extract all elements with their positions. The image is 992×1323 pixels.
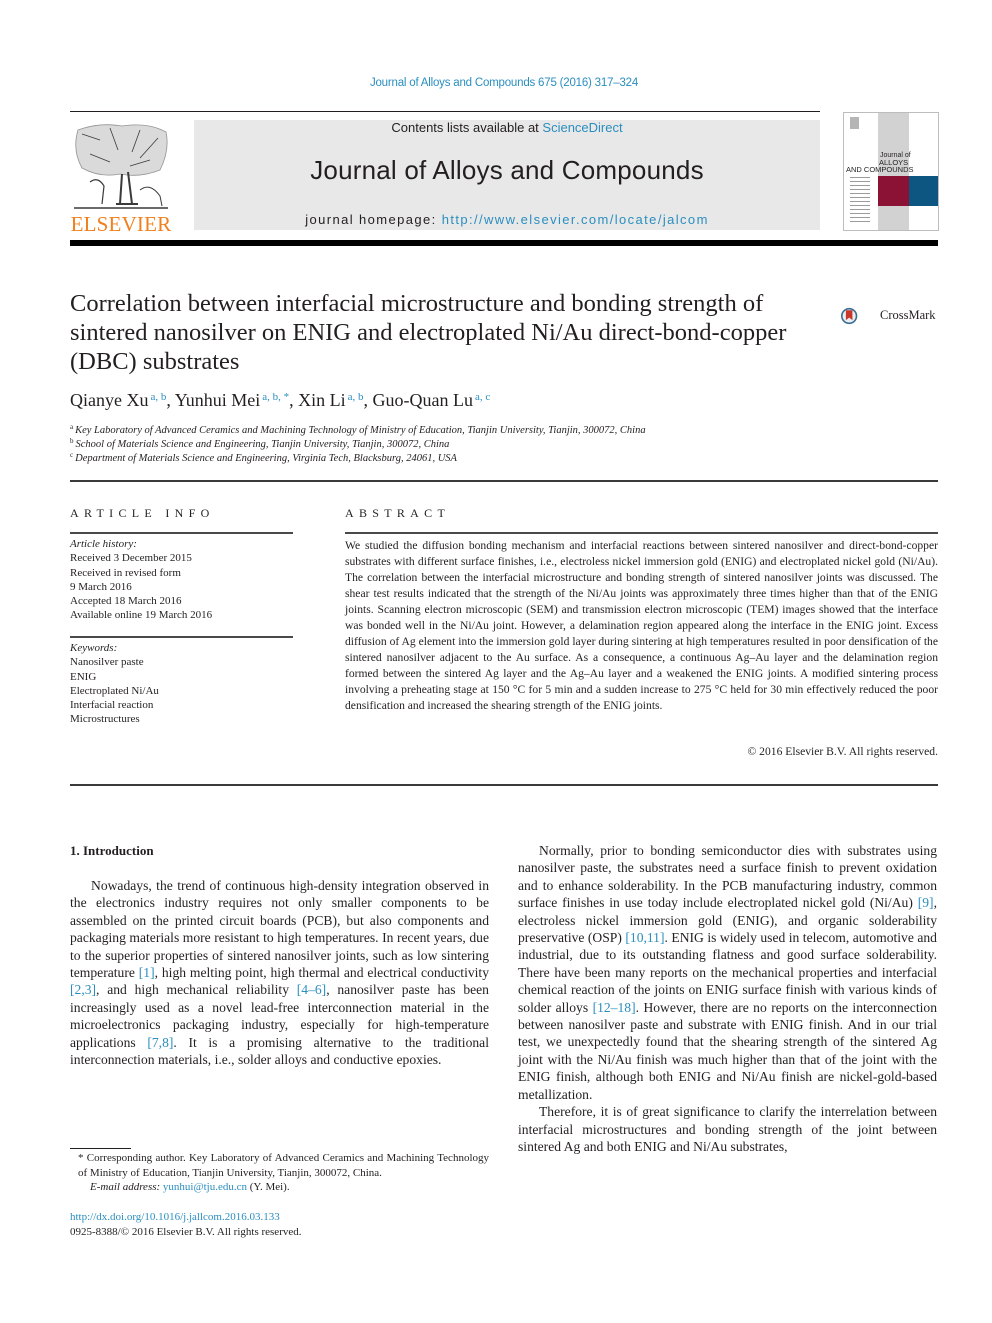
journal-cover-thumbnail[interactable]: Journal of ALLOYS AND COMPOUNDS [843,112,939,231]
crossmark-label[interactable]: CrossMark [880,308,936,323]
keyword-item: ENIG [70,670,97,683]
abstract-divider [345,532,938,534]
email-link[interactable]: yunhui@tju.edu.cn [163,1181,247,1193]
author-list: Qianye Xu a, b, Yunhui Mei a, b, *, Xin Li… [70,390,491,410]
cover-contents-lines [850,177,870,225]
keyword-item: Microstructures [70,713,140,726]
journal-homepage-link[interactable]: http://www.elsevier.com/locate/jalcom [442,212,709,227]
reference-link[interactable]: [4–6] [297,982,326,997]
article-title: Correlation between interfacial microstr… [70,290,787,375]
article-history-label: Article history: [70,538,137,550]
corresponding-author-footnote: * Corresponding author. Key Laboratory o… [70,1151,489,1195]
author-name[interactable]: Xin Li [298,390,346,410]
body-text: Therefore, it is of great significance t… [518,1104,937,1154]
header-divider [70,111,820,112]
journal-citation-link[interactable]: Journal of Alloys and Compounds 675 (201… [0,77,992,89]
affiliation-c: c Department of Materials Science and Eng… [70,451,457,464]
email-line: E-mail address: yunhui@tju.edu.cn (Y. Me… [90,1181,290,1193]
body-paragraph: Therefore, it is of great significance t… [518,1103,937,1155]
body-column-right: Normally, prior to bonding semiconductor… [518,842,937,1155]
crossmark-icon[interactable] [841,296,881,336]
body-text: , high melting point, high thermal and e… [154,965,489,981]
abstract-heading: ABSTRACT [345,506,451,520]
reference-link[interactable]: [2,3] [70,982,96,997]
article-info-divider [70,532,293,534]
footnote-divider [70,1148,131,1149]
keyword-item: Electroplated Ni/Au [70,684,159,697]
reference-link[interactable]: [7,8] [147,1035,173,1050]
body-text: Normally, prior to bonding semiconductor… [518,843,937,911]
history-item: Received 3 December 2015 [70,552,192,565]
keywords-label: Keywords: [70,642,118,654]
keyword-item: Nanosilver paste [70,656,144,669]
journal-name: Journal of Alloys and Compounds [310,155,704,185]
cover-blue-block [909,176,938,206]
author-affiliation-marks[interactable]: a, b [348,391,364,403]
history-item: Received in revised form [70,566,181,579]
journal-homepage-line: journal homepage: http://www.elsevier.co… [194,212,820,227]
elsevier-wordmark: ELSEVIER [70,212,172,236]
history-item: Available online 19 March 2016 [70,609,213,622]
body-paragraph: Nowadays, the trend of continuous high-d… [70,877,489,1068]
author-name[interactable]: Yunhui Mei [175,390,261,410]
history-item: Accepted 18 March 2016 [70,595,182,608]
author-affiliation-marks[interactable]: a, b [150,391,166,403]
body-paragraph: Normally, prior to bonding semiconductor… [518,842,937,1103]
abstract-copyright: © 2016 Elsevier B.V. All rights reserved… [747,745,938,758]
abstract-bottom-divider [70,784,938,786]
author-affiliation-marks[interactable]: a, c [475,391,490,403]
keyword-item: Interfacial reaction [70,699,154,712]
title-block-divider [70,480,938,482]
body-text: , and high mechanical reliability [96,982,297,998]
affiliation-a: a Key Laboratory of Advanced Ceramics and… [70,423,646,436]
cover-publisher-logo-icon [850,117,859,129]
contents-availability-line: Contents lists available at ScienceDirec… [194,120,820,135]
article-history: Article history: Received 3 December 201… [70,537,212,623]
footnote-text: * Corresponding author. Key Laboratory o… [78,1152,489,1179]
email-label: E-mail address: [90,1181,163,1193]
doi-link[interactable]: http://dx.doi.org/10.1016/j.jallcom.2016… [70,1211,280,1223]
affiliation-b: b School of Materials Science and Enginee… [70,437,450,450]
issn-copyright: 0925-8388/© 2016 Elsevier B.V. All right… [70,1226,302,1238]
body-column-left: Nowadays, the trend of continuous high-d… [70,877,489,1068]
abstract-text: We studied the diffusion bonding mechani… [345,539,938,712]
keywords-divider [70,636,293,638]
author-name[interactable]: Qianye Xu [70,390,148,410]
history-item: 9 March 2016 [70,580,132,593]
reference-link[interactable]: [10,11] [625,930,664,945]
header-thick-divider [70,240,938,246]
reference-link[interactable]: [9] [918,895,934,910]
reference-link[interactable]: [1] [139,965,155,980]
author-name[interactable]: Guo-Quan Lu [373,390,473,410]
keywords: Keywords: Nanosilver paste ENIG Electrop… [70,641,159,727]
reference-link[interactable]: [12–18] [593,1000,636,1015]
article-info-heading: ARTICLE INFO [70,506,215,520]
cover-maroon-block [878,176,909,206]
sciencedirect-link[interactable]: ScienceDirect [542,120,622,135]
section-heading-introduction: 1. Introduction [70,843,154,858]
contents-prefix: Contents lists available at [391,120,543,135]
homepage-prefix: journal homepage: [305,212,442,227]
cover-title-line2: ALLOYS AND COMPOUNDS [846,158,914,174]
author-affiliation-marks[interactable]: a, b, * [262,391,289,403]
